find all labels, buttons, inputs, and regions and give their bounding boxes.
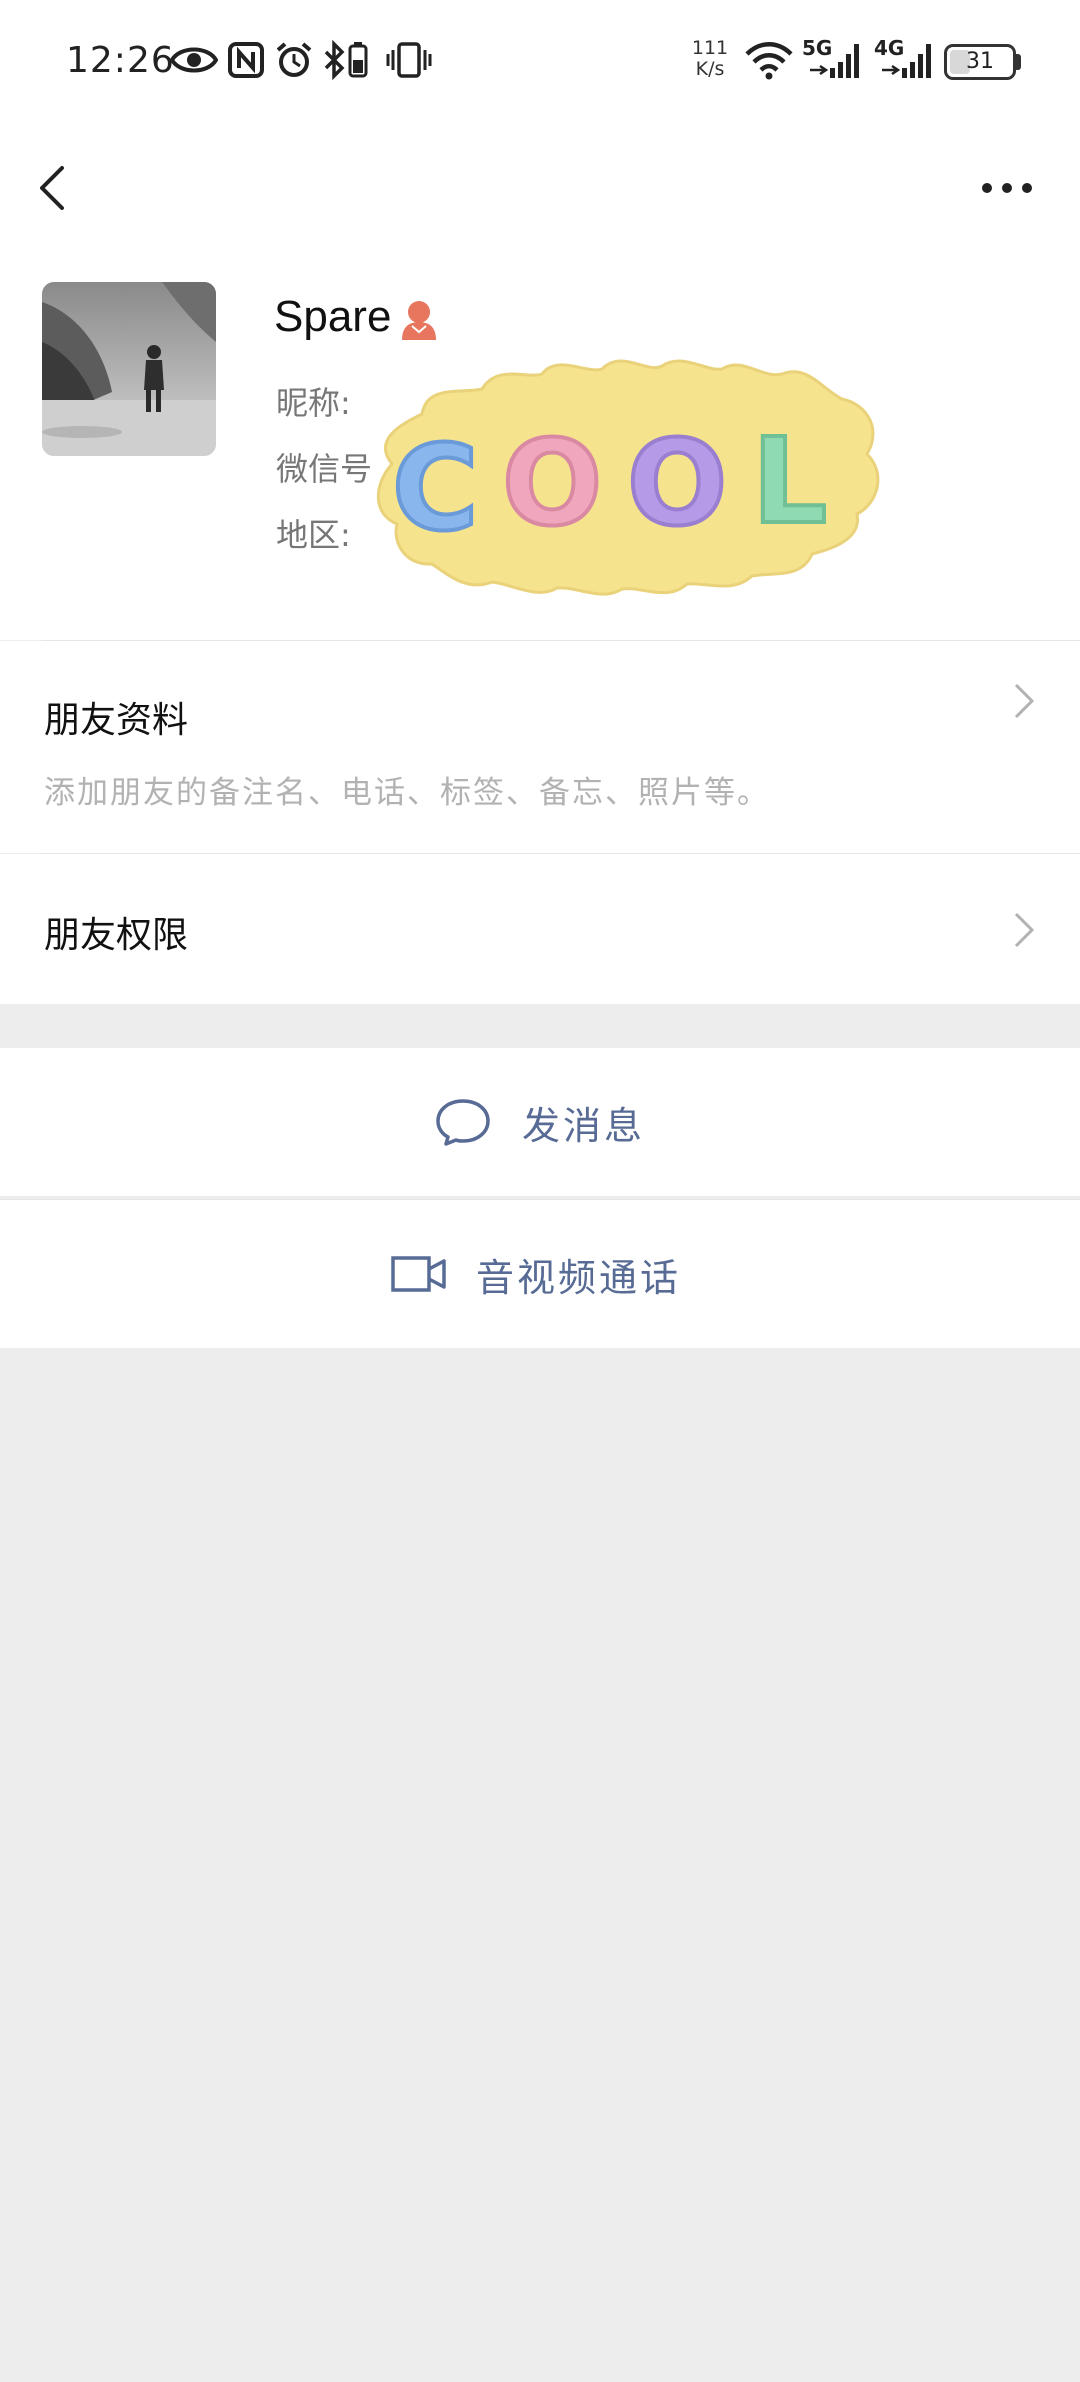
back-button[interactable] bbox=[28, 146, 88, 230]
network-speed: 111 K/s bbox=[690, 38, 730, 80]
send-message-button[interactable]: 发消息 bbox=[0, 1048, 1080, 1196]
region-label: 地区: bbox=[276, 516, 351, 554]
chevron-right-icon bbox=[1014, 912, 1035, 948]
contact-name: Spare bbox=[274, 292, 392, 341]
wifi-icon bbox=[745, 42, 793, 80]
nav-bar bbox=[0, 126, 1080, 252]
friend-permissions-title: 朋友权限 bbox=[44, 915, 189, 956]
vibrate-icon bbox=[386, 42, 432, 78]
cool-sticker: C O O L bbox=[376, 359, 880, 596]
wechat-id-label: 微信号 bbox=[276, 450, 373, 488]
eye-icon bbox=[170, 47, 218, 73]
back-arrow-icon bbox=[40, 166, 64, 210]
friend-info-title: 朋友资料 bbox=[44, 700, 189, 741]
battery-icon: 31 bbox=[944, 44, 1016, 80]
friend-info-row[interactable]: 朋友资料 添加朋友的备注名、电话、标签、备忘、照片等。 bbox=[0, 641, 1080, 853]
friend-info-subtitle: 添加朋友的备注名、电话、标签、备忘、照片等。 bbox=[44, 775, 770, 811]
contact-avatar[interactable] bbox=[42, 282, 216, 456]
status-time: 12:26 bbox=[66, 40, 175, 81]
network-speed-unit: K/s bbox=[695, 58, 725, 80]
female-gender-icon bbox=[402, 301, 436, 340]
alarm-icon bbox=[276, 42, 312, 77]
video-call-button[interactable]: 音视频通话 bbox=[0, 1200, 1080, 1348]
chevron-right-icon bbox=[1014, 683, 1035, 719]
battery-level: 31 bbox=[966, 49, 994, 74]
battery-tip bbox=[1016, 54, 1021, 70]
sticker-letter-o2: O bbox=[627, 414, 727, 552]
signal-4g-icon bbox=[882, 44, 931, 78]
network-speed-value: 111 bbox=[691, 37, 729, 59]
status-bar: 12:26 111 K/s 5G 4G 31 bbox=[0, 0, 1080, 126]
bluetooth-battery-icon bbox=[324, 40, 368, 80]
nfc-icon bbox=[228, 42, 264, 78]
chat-bubble-icon bbox=[436, 1099, 490, 1146]
sticker-letter-l: L bbox=[752, 412, 827, 550]
send-message-label: 发消息 bbox=[522, 1103, 646, 1148]
more-dots-icon bbox=[982, 183, 1032, 193]
signal-5g-icon bbox=[810, 44, 859, 78]
more-options-button[interactable] bbox=[962, 156, 1052, 220]
video-camera-icon bbox=[391, 1256, 446, 1292]
profile-card: Spare 昵称: 微信号 地区: C O O L bbox=[0, 252, 1080, 640]
video-call-label: 音视频通话 bbox=[476, 1255, 682, 1300]
sticker-letter-o1: O bbox=[502, 414, 602, 552]
contact-profile-page: 12:26 111 K/s 5G 4G 31 Spare 昵称: 微信号 地区:… bbox=[0, 0, 1080, 2382]
friend-permissions-row[interactable]: 朋友权限 bbox=[0, 854, 1080, 1004]
sticker-letter-c: C bbox=[392, 419, 479, 557]
nickname-label: 昵称: bbox=[276, 384, 351, 422]
